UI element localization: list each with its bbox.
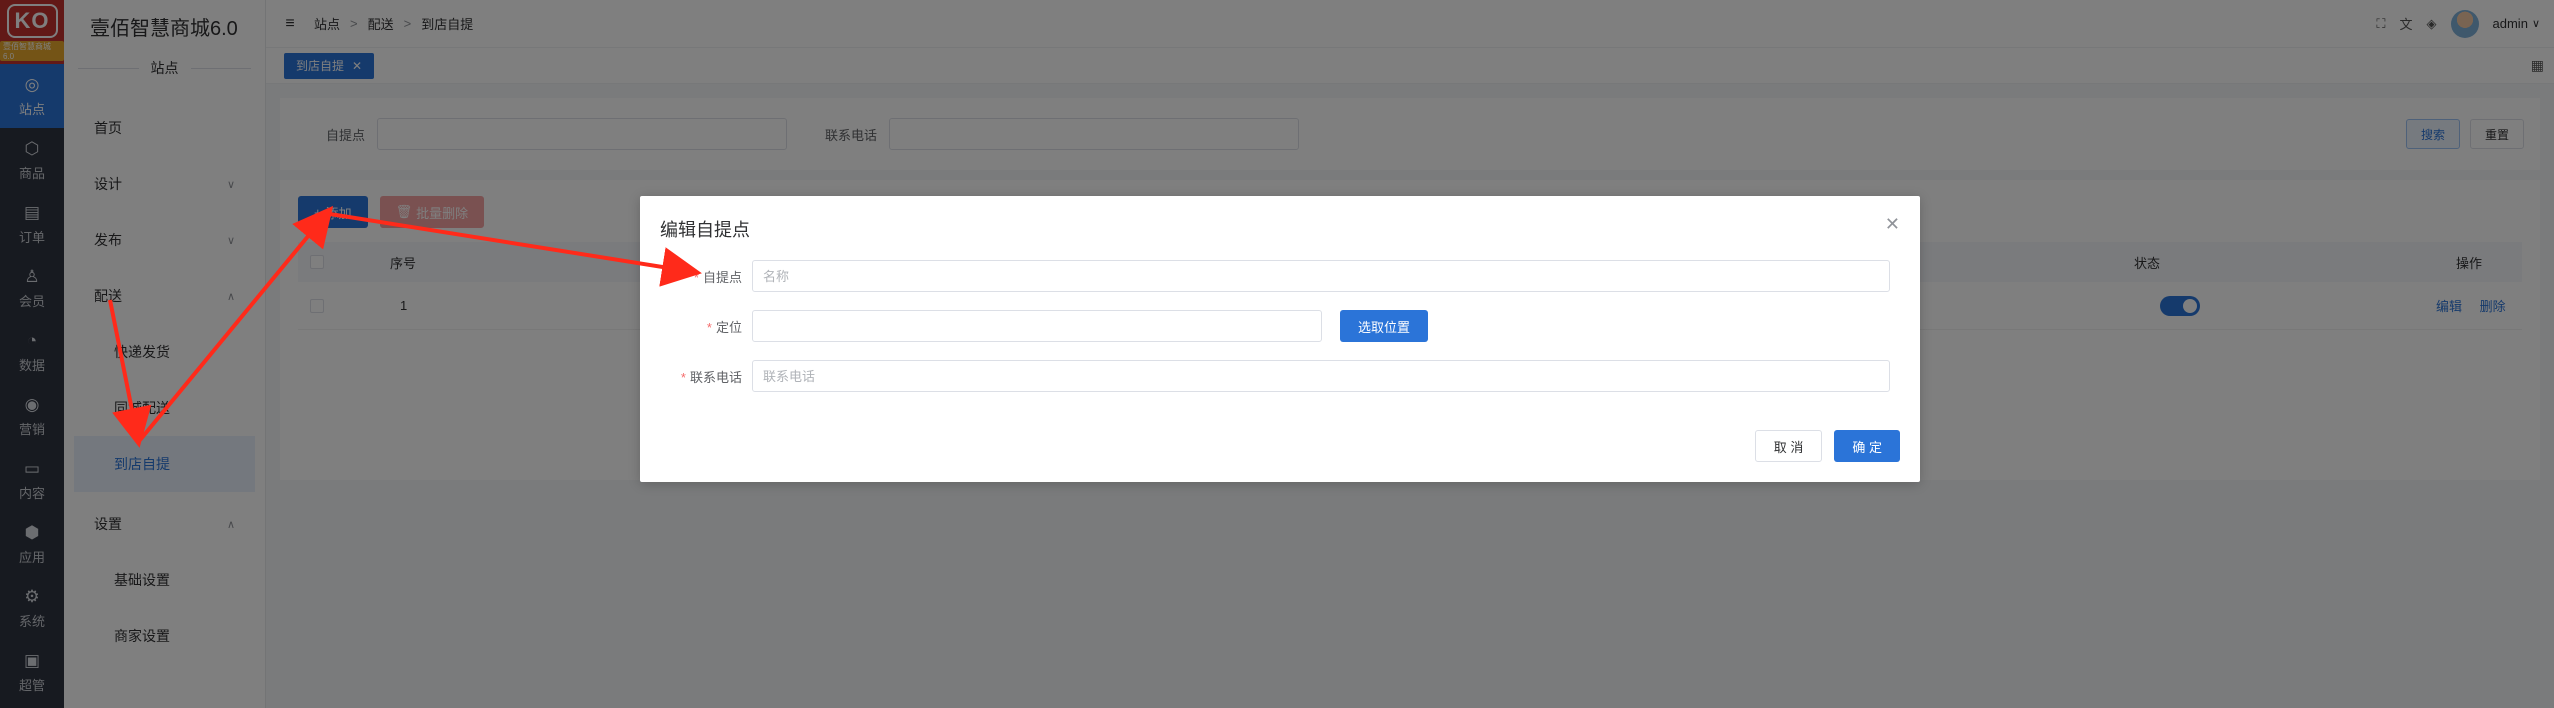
pickup-label: * 自提点 (693, 269, 742, 285)
close-icon[interactable]: ✕ (1885, 214, 1900, 235)
dialog-title: 编辑自提点 (660, 220, 750, 240)
edit-pickup-dialog: 编辑自提点 ✕ *自提点 *定位 选取位置 *联系电话 取 消 确 定 (640, 196, 1920, 482)
confirm-button[interactable]: 确 定 (1834, 430, 1900, 462)
location-label: * 定位 (706, 319, 742, 335)
pickup-name-input[interactable] (752, 260, 1890, 292)
location-input[interactable] (752, 310, 1322, 342)
cancel-button[interactable]: 取 消 (1754, 430, 1823, 462)
pick-location-button[interactable]: 选取位置 (1340, 310, 1429, 342)
phone-label: * 联系电话 (680, 369, 742, 385)
phone-input[interactable] (752, 360, 1890, 392)
